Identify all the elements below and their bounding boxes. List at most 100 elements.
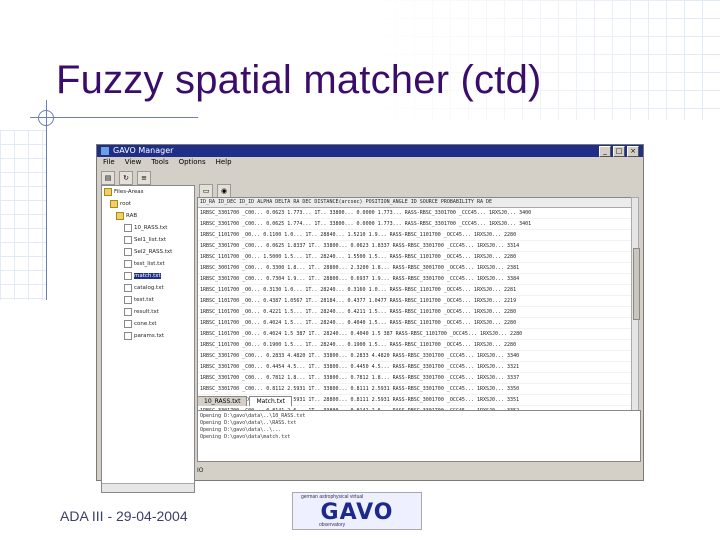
file-icon [124,223,132,232]
table-row[interactable]: 1RBSC_3301700 _C00... 0.0625 1.8337 1T..… [198,241,632,252]
file-icon [124,247,132,256]
tree-item[interactable]: root [102,198,194,210]
menu-help[interactable]: Help [216,157,232,168]
console-line: Opening D:\gavo\data\..\... [200,427,282,433]
table-row[interactable]: 1RBSC_3301700 _C00... 0.7304 1.9... 1T..… [198,274,632,285]
file-icon [124,271,132,280]
tree-item-label: result.txt [134,309,159,315]
table-panel: ▭ ◉ ID_RA ID_DEC ID_ID ALPHA DELTA RA DE… [197,184,641,431]
table-row[interactable]: 1RBSC_3301700 _C00... 0.7812 1.8... 1T..… [198,373,632,384]
logo-bottom-text: observatory [319,522,346,528]
table-row[interactable]: 1RBSC_1101700 _O0... 0.4387 1.0567 1T.. … [198,296,632,307]
scroll-thumb[interactable] [633,248,640,320]
folder-icon[interactable]: ▭ [199,184,213,198]
table-row[interactable]: 1RBSC_3301700 _C00... 0.2833 4.4820 1T..… [198,351,632,362]
gavo-logo: german astrophysical virtual GAVO observ… [292,492,422,530]
menu-view[interactable]: View [125,157,142,168]
file-icon [124,331,132,340]
file-icon [124,307,132,316]
refresh-icon[interactable]: ↻ [119,171,133,185]
table-row[interactable]: 1RBSC_3001700 _C00... 0.3300 1.8... 1T..… [198,263,632,274]
table-header[interactable]: ID_RA ID_DEC ID_ID ALPHA DELTA RA DEC DI… [198,198,632,208]
folder-icon [104,187,112,196]
table-row[interactable]: 1RBSC_1101700 _O0... 0.4024 1.5... 1T.. … [198,318,632,329]
tree-item-label: RAB [126,213,138,219]
tree-item[interactable]: catalog.txt [102,282,194,294]
table-row[interactable]: 1RBSC_3301700 _C00... 0.8112 2.5931 1T..… [198,384,632,395]
table-row[interactable]: 1RBSC_1101700 _O0... 0.4024 1.5 387 1T..… [198,329,632,340]
folder-icon [110,199,118,208]
save-icon[interactable]: ◉ [217,184,231,198]
table-row[interactable]: 1RBSC_1101700 _O0... 1.5000 1.5... 1T.. … [198,252,632,263]
menu-options[interactable]: Options [179,157,206,168]
tree-item-label: params.txt [134,333,165,339]
tree-item[interactable]: params.txt [102,330,194,342]
console-line: Opening D:\gavo\data\..\RASS.txt [200,420,297,426]
file-icon [124,283,132,292]
tree-item[interactable]: Files-Areas [102,186,194,198]
table-row[interactable]: 1RBSC_3301700 _C00... 0.4454 4.5... 1T..… [198,362,632,373]
minimize-button[interactable]: _ [599,146,611,157]
console-output: Opening D:\gavo\data\..\10_RASS.txt Openi… [197,410,641,462]
console-line: Opening D:\gavo\data\..\10_RASS.txt [200,413,306,419]
tree-item[interactable]: Sel1_list.txt [102,234,194,246]
open-folder-icon[interactable]: ▤ [101,171,115,185]
window-controls: _ □ × [599,146,639,157]
file-icon [124,319,132,328]
table-row[interactable]: 1RBSC_1101700 _O0... 0.1900 1.5... 1T.. … [198,340,632,351]
title-rule-vertical [46,100,47,300]
match-results-table[interactable]: ID_RA ID_DEC ID_ID ALPHA DELTA RA DEC DI… [197,197,633,419]
slide-footer: ADA III - 29-04-2004 [60,508,188,524]
table-row[interactable]: 1RBSC_1101700 _O0... 0.1100 1.0... 1T.. … [198,230,632,241]
table-row[interactable]: 1RBSC_1101700 _O0... 0.3130 1.0... 1T.. … [198,285,632,296]
tree-item-label: catalog.txt [134,285,164,291]
table-row[interactable]: 1RBSC_1101700 _O0... 0.4221 1.5... 1T.. … [198,307,632,318]
file-tabs: 10_RASS.txt Match.txt [197,396,294,406]
app-icon [101,147,109,155]
tree-item[interactable]: Sel2_RASS.txt [102,246,194,258]
title-rule-circle [38,110,54,126]
slide-left-grid [0,130,46,300]
tree-item[interactable]: result.txt [102,306,194,318]
tree-item-label: cone.txt [134,321,157,327]
window-titlebar[interactable]: GAVO Manager _ □ × [97,145,643,157]
table-row[interactable]: 1RBSC_3301700 _C00... 0.0625 1.774... 1T… [198,219,632,230]
tree-item[interactable]: match.txt [102,270,194,282]
tree-item-label: test.txt [134,297,154,303]
tree-item-label: Sel2_RASS.txt [134,249,173,255]
file-tree[interactable]: Files-Areas root RAB 10_RASS.txt Sel1_list.t… [101,185,195,493]
file-icon [124,295,132,304]
tree-item[interactable]: test.txt [102,294,194,306]
tab-10-rass[interactable]: 10_RASS.txt [197,396,248,406]
maximize-button[interactable]: □ [613,146,625,157]
close-button[interactable]: × [627,146,639,157]
tree-item[interactable]: RAB [102,210,194,222]
tree-item[interactable]: test_list.txt [102,258,194,270]
tree-item-label: test_list.txt [134,261,165,267]
tree-item-label: Sel1_list.txt [134,237,167,243]
folder-icon [116,211,124,220]
status-bar: IO [197,467,204,474]
logo-word: GAVO [320,500,394,525]
slide-title: Fuzzy spatial matcher (ctd) [56,58,542,102]
window-title: GAVO Manager [113,146,174,155]
table-row[interactable]: 1RBSC_3301700 _C00... 0.0623 1.773... 1T… [198,208,632,219]
tree-horizontal-scrollbar[interactable] [102,483,194,492]
title-rule [30,117,198,118]
tree-item-label: 10_RASS.txt [134,225,168,231]
tree-item-label: match.txt [134,273,161,279]
tab-match[interactable]: Match.txt [249,396,292,406]
properties-icon[interactable]: ≡ [137,171,151,185]
table-toolbar: ▭ ◉ [197,184,641,198]
tree-item[interactable]: cone.txt [102,318,194,330]
menubar: File View Tools Options Help [97,157,643,168]
menu-tools[interactable]: Tools [151,157,168,168]
file-icon [124,235,132,244]
console-line: Opening D:\gavo\data\match.txt [200,434,291,440]
tree-item-label: root [120,201,132,207]
gavo-manager-window: GAVO Manager _ □ × File View Tools Optio… [96,144,644,493]
tree-item[interactable]: 10_RASS.txt [102,222,194,234]
table-vertical-scrollbar[interactable] [631,197,640,417]
file-icon [124,259,132,268]
menu-file[interactable]: File [103,157,115,168]
